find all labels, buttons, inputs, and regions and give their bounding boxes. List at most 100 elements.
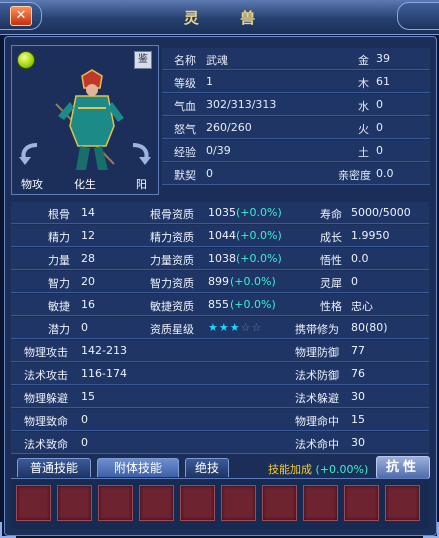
info-key: 亲密度 [338, 169, 371, 182]
star-icon: ★ [229, 321, 241, 334]
combat-key: 法术攻击 [24, 369, 68, 382]
combat-key: 物理攻击 [24, 346, 68, 359]
info-value: 302/313/313 [206, 98, 277, 111]
resist-button[interactable]: 抗性 [376, 456, 430, 479]
info-key: 经验 [174, 146, 196, 159]
aptitude-bonus: (+0.0%) [236, 252, 282, 265]
attr-value: 20 [81, 275, 95, 288]
info-key: 火 [358, 123, 369, 136]
yin-yang-label: 阳 [136, 178, 147, 191]
attr-key: 潜力 [48, 323, 70, 336]
info-key: 等级 [174, 77, 196, 90]
combat-row: 物理致命 0 物理命中 15 [11, 409, 429, 431]
info-value: 1 [206, 75, 213, 88]
info-value: 61 [376, 75, 390, 88]
combat-value: 30 [351, 390, 365, 403]
attr-key: 根骨 [48, 208, 70, 221]
attribute-row: 潜力 0 资质星级 ★★★☆☆ 携带修为 80(80) [11, 317, 429, 339]
attr-value: 12 [81, 229, 95, 242]
attribute-row: 根骨 14 根骨资质 1035 (+0.0%) 寿命 5000/5000 [11, 202, 429, 224]
combat-value: 76 [351, 367, 365, 380]
attribute-row: 智力 20 智力资质 899 (+0.0%) 灵犀 0 [11, 271, 429, 293]
attr-key: 精力 [48, 231, 70, 244]
attr-key: 携带修为 [295, 323, 339, 336]
info-value: 武魂 [206, 54, 228, 67]
info-key: 金 [358, 54, 369, 67]
info-value: 0 [376, 98, 383, 111]
combat-value: 77 [351, 344, 365, 357]
skill-slot[interactable] [98, 485, 133, 521]
combat-key: 法术躲避 [295, 392, 339, 405]
rotate-left-icon[interactable] [17, 141, 43, 167]
window-title: 灵 兽 [183, 9, 274, 27]
tab-possession-skills[interactable]: 附体技能 [97, 458, 179, 477]
pet-portrait: 鉴 物攻 化生 阳 [11, 45, 159, 195]
aptitude-key: 力量资质 [150, 254, 194, 267]
attr-key: 敏捷 [48, 300, 70, 313]
attr-value: 14 [81, 206, 95, 219]
aptitude-bonus: (+0.0%) [230, 298, 276, 311]
combat-key: 法术致命 [24, 438, 68, 451]
aptitude-key: 敏捷资质 [150, 300, 194, 313]
combat-value: 15 [351, 413, 365, 426]
skill-slot[interactable] [385, 485, 420, 521]
star-icon: ★ [218, 321, 230, 334]
combat-value: 116-174 [81, 367, 127, 380]
aptitude-star-key: 资质星级 [150, 323, 194, 336]
aptitude-value: 1035 [208, 206, 236, 219]
rotate-right-icon[interactable] [127, 141, 153, 167]
info-key: 水 [358, 100, 369, 113]
skill-slot[interactable] [16, 485, 51, 521]
attr-key: 力量 [48, 254, 70, 267]
combat-row: 法术致命 0 法术命中 30 [11, 432, 429, 454]
skill-bonus: 技能加成 (+0.00%) [268, 461, 368, 477]
skill-slot[interactable] [262, 485, 297, 521]
info-value: 39 [376, 52, 390, 65]
skill-slot[interactable] [221, 485, 256, 521]
skill-tab-bar: 普通技能 附体技能 绝技 技能加成 (+0.00%) 抗性 [11, 456, 430, 479]
combat-key: 物理防御 [295, 346, 339, 359]
aptitude-value: 1044 [208, 229, 236, 242]
info-value: 0 [376, 144, 383, 157]
info-key: 默契 [174, 169, 196, 182]
info-key: 气血 [174, 100, 196, 113]
combat-value: 15 [81, 390, 95, 403]
attr-key: 智力 [48, 277, 70, 290]
combat-key: 法术防御 [295, 369, 339, 382]
star-icon: ★ [208, 321, 219, 334]
attr-value: 1.9950 [351, 229, 390, 242]
skill-slot[interactable] [344, 485, 379, 521]
attr-key: 寿命 [320, 208, 342, 221]
attr-value: 忠心 [351, 300, 373, 313]
tab-ultimate-skills[interactable]: 绝技 [185, 458, 229, 477]
aptitude-value: 855 [208, 298, 229, 311]
transform-label: 化生 [74, 178, 96, 191]
skill-bonus-value: (+0.00%) [315, 463, 369, 476]
skill-bonus-label: 技能加成 [268, 463, 312, 476]
info-key: 土 [358, 146, 369, 159]
info-key: 怒气 [174, 123, 196, 136]
info-row: 怒气 260/260 火 0 [162, 117, 430, 139]
info-row: 默契 0 亲密度 0.0 [162, 163, 430, 185]
aptitude-bonus: (+0.0%) [230, 275, 276, 288]
info-row: 经验 0/39 土 0 [162, 140, 430, 162]
info-row: 气血 302/313/313 水 0 [162, 94, 430, 116]
combat-row: 物理攻击 142-213 物理防御 77 [11, 340, 429, 362]
attr-key: 性格 [320, 300, 342, 313]
attribute-row: 敏捷 16 敏捷资质 855 (+0.0%) 性格 忠心 [11, 294, 429, 316]
info-value: 0 [206, 167, 213, 180]
skill-slot[interactable] [303, 485, 338, 521]
aptitude-key: 根骨资质 [150, 208, 194, 221]
skill-slot[interactable] [180, 485, 215, 521]
frame-corner [423, 522, 439, 538]
combat-row: 物理躲避 15 法术躲避 30 [11, 386, 429, 408]
skill-slot[interactable] [139, 485, 174, 521]
tab-normal-skills[interactable]: 普通技能 [17, 458, 91, 477]
info-value: 0 [376, 121, 383, 134]
aptitude-value: 1038 [208, 252, 236, 265]
combat-value: 30 [351, 436, 365, 449]
combat-value: 0 [81, 413, 88, 426]
aptitude-bonus: (+0.0%) [236, 229, 282, 242]
aptitude-value: 899 [208, 275, 229, 288]
skill-slot[interactable] [57, 485, 92, 521]
